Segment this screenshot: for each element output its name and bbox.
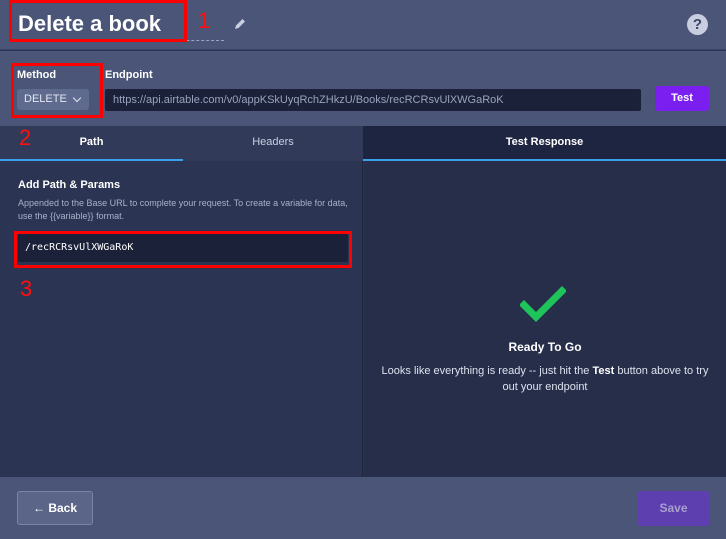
question-circle-icon[interactable]: ? — [687, 14, 708, 35]
endpoint-input[interactable]: https://api.airtable.com/v0/appKSkUyqRch… — [105, 89, 641, 111]
save-button[interactable]: Save — [637, 491, 710, 526]
ready-desc-before: Looks like everything is ready -- just h… — [381, 365, 593, 377]
checkmark-icon — [520, 286, 566, 322]
annotation-box-3 — [14, 231, 352, 268]
annotation-number-1: 1 — [198, 8, 211, 33]
annotation-number-2: 2 — [19, 125, 32, 150]
annotation-box-1 — [9, 0, 187, 42]
params-description: Appended to the Base URL to complete you… — [18, 198, 348, 221]
tab-headers[interactable]: Headers — [183, 126, 363, 161]
params-title: Add Path & Params — [18, 179, 121, 191]
pencil-icon[interactable] — [233, 17, 247, 31]
test-button[interactable]: Test — [655, 86, 709, 111]
annotation-box-2 — [11, 63, 103, 118]
footer-bar — [0, 477, 726, 539]
annotation-number-3: 3 — [20, 276, 33, 301]
ready-title: Ready To Go — [508, 340, 582, 354]
ready-desc-bold: Test — [592, 365, 615, 377]
tab-test-response[interactable]: Test Response — [363, 126, 726, 161]
back-button[interactable]: ← Back — [17, 491, 93, 525]
endpoint-label: Endpoint — [105, 69, 153, 81]
ready-description: Looks like everything is ready -- just h… — [380, 363, 710, 395]
